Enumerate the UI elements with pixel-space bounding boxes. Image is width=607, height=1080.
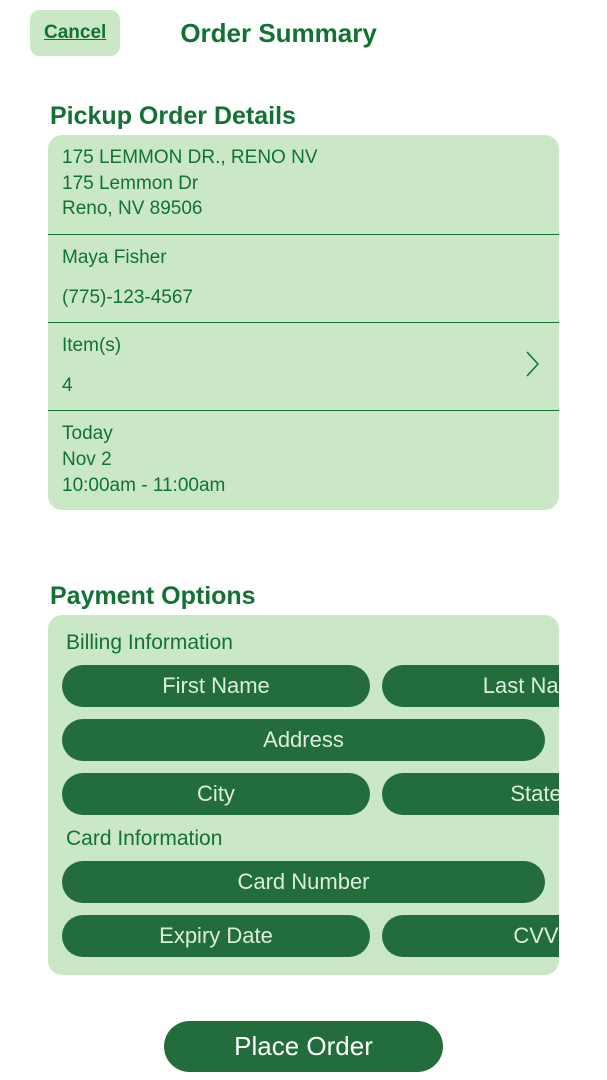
pickup-phone: (775)-123-4567 — [62, 285, 545, 311]
city-field[interactable] — [62, 773, 370, 815]
pickup-location-block: 175 LEMMON DR., RENO NV 175 Lemmon Dr Re… — [48, 135, 559, 234]
pickup-day-label: Today — [62, 421, 545, 447]
pickup-city-state-zip: Reno, NV 89506 — [62, 196, 545, 222]
place-order-button[interactable]: Place Order — [164, 1021, 443, 1072]
pickup-schedule-block: Today Nov 2 10:00am - 11:00am — [48, 410, 559, 510]
pickup-street: 175 Lemmon Dr — [62, 171, 545, 197]
pickup-details-card: 175 LEMMON DR., RENO NV 175 Lemmon Dr Re… — [48, 135, 559, 510]
chevron-right-icon — [525, 350, 545, 382]
first-name-field[interactable] — [62, 665, 370, 707]
payment-card: Billing Information Card Information — [48, 615, 559, 975]
card-info-label: Card Information — [66, 827, 545, 851]
items-label: Item(s) — [62, 333, 525, 359]
payment-section-title: Payment Options — [50, 582, 607, 611]
pickup-items-row[interactable]: Item(s) 4 — [48, 322, 559, 410]
items-count: 4 — [62, 373, 525, 399]
billing-info-label: Billing Information — [66, 631, 545, 655]
cancel-button[interactable]: Cancel — [30, 10, 120, 56]
expiry-date-field[interactable] — [62, 915, 370, 957]
address-field[interactable] — [62, 719, 545, 761]
pickup-section-title: Pickup Order Details — [50, 102, 607, 131]
card-number-field[interactable] — [62, 861, 545, 903]
last-name-field[interactable] — [382, 665, 559, 707]
page-title: Order Summary — [180, 18, 377, 49]
state-field[interactable] — [382, 773, 559, 815]
pickup-location-name: 175 LEMMON DR., RENO NV — [62, 145, 545, 171]
cvv-field[interactable] — [382, 915, 559, 957]
pickup-date: Nov 2 — [62, 447, 545, 473]
pickup-contact-block: Maya Fisher (775)-123-4567 — [48, 234, 559, 322]
pickup-time-window: 10:00am - 11:00am — [62, 473, 545, 499]
pickup-customer-name: Maya Fisher — [62, 245, 545, 271]
